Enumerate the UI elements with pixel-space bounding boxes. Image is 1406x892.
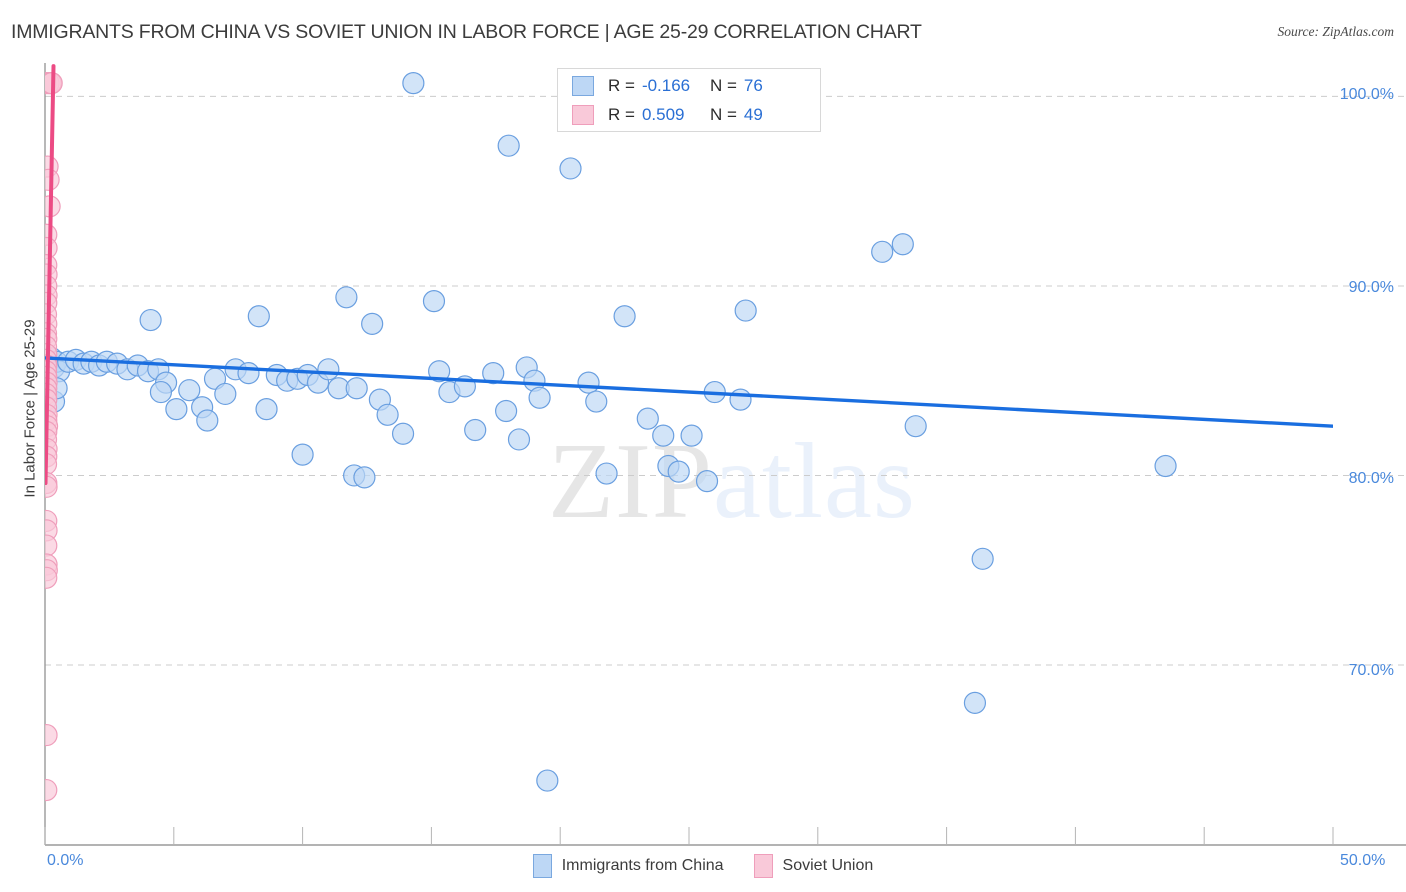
data-point [237,362,260,385]
stats-n-label-soviet: N = [709,105,737,124]
data-point [422,290,446,313]
data-point [345,377,368,400]
stats-r-label-china: R = [608,76,635,95]
stats-n-label-china: N = [709,76,737,95]
trend-line-immigrants-from-china [45,356,1333,428]
data-point [680,424,703,447]
data-point [247,305,270,328]
data-point [464,418,487,442]
data-point [353,466,376,489]
stats-r-value-china: -0.166 [641,76,691,95]
data-point [636,407,659,430]
data-point [214,382,237,406]
stats-swatch-soviet [572,105,594,125]
data-point [1154,454,1177,478]
data-point [734,299,757,322]
data-point [495,399,518,423]
data-point [391,422,415,445]
data-point [652,424,675,447]
stats-n-value-china: 76 [743,76,763,95]
data-point [963,691,987,714]
y-tick-label-3: 70.0% [1348,662,1394,679]
legend-item-china[interactable]: Immigrants from China [532,854,724,878]
stats-row-china: R = -0.166 N = 76 [558,72,822,100]
data-point [165,398,188,421]
scatter-plot-svg [44,63,1406,846]
legend-label-china: Immigrants from China [561,857,724,874]
data-point [255,398,278,421]
correlation-stats-box: R = -0.166 N = 76 R = 0.509 N = 49 [557,68,821,132]
y-tick-label-2: 80.0% [1348,470,1394,487]
data-point [595,462,618,485]
data-point [904,415,927,438]
data-point [667,460,690,483]
series-points-immigrants-from-china [45,72,1177,792]
legend-label-soviet: Soviet Union [782,857,874,874]
data-point [695,470,719,493]
data-point [507,428,531,451]
data-point [536,769,559,792]
data-point [196,409,219,432]
legend-swatch-soviet [753,854,773,878]
data-point [729,388,752,411]
data-point [291,443,314,466]
data-point [559,157,582,180]
data-point [45,723,58,747]
y-tick-label-1: 90.0% [1348,279,1394,296]
data-point [45,534,58,557]
y-tick-label-0: 100.0% [1339,86,1394,103]
data-point [376,403,399,426]
data-point [497,134,520,157]
data-point [45,566,58,589]
stats-r-value-soviet: 0.509 [641,105,685,124]
data-point [361,312,384,335]
data-point [613,305,636,328]
stats-r-label-soviet: R = [608,105,635,124]
data-point [528,386,551,409]
legend-swatch-china [532,854,552,878]
data-point [335,286,358,309]
data-point [971,547,994,570]
stats-row-soviet: R = 0.509 N = 49 [558,101,822,129]
series-points-soviet-union [45,72,63,802]
data-point [149,380,173,404]
chart-area: ZIPatlas In Labor Force | Age 25-29 100.… [0,0,1406,892]
data-point [402,72,425,95]
data-point [891,233,914,256]
y-axis-title: In Labor Force | Age 25-29 [21,319,39,498]
data-point [178,379,201,402]
data-point [317,358,340,381]
legend-item-soviet[interactable]: Soviet Union [753,854,874,878]
data-point [577,371,600,394]
data-point [585,390,608,413]
stats-n-value-soviet: 49 [743,105,763,124]
data-point [45,168,60,191]
series-legend: Immigrants from China Soviet Union [0,849,1406,883]
data-point [871,240,894,263]
data-point [45,778,58,802]
stats-swatch-china [572,76,594,96]
data-point [139,308,162,332]
